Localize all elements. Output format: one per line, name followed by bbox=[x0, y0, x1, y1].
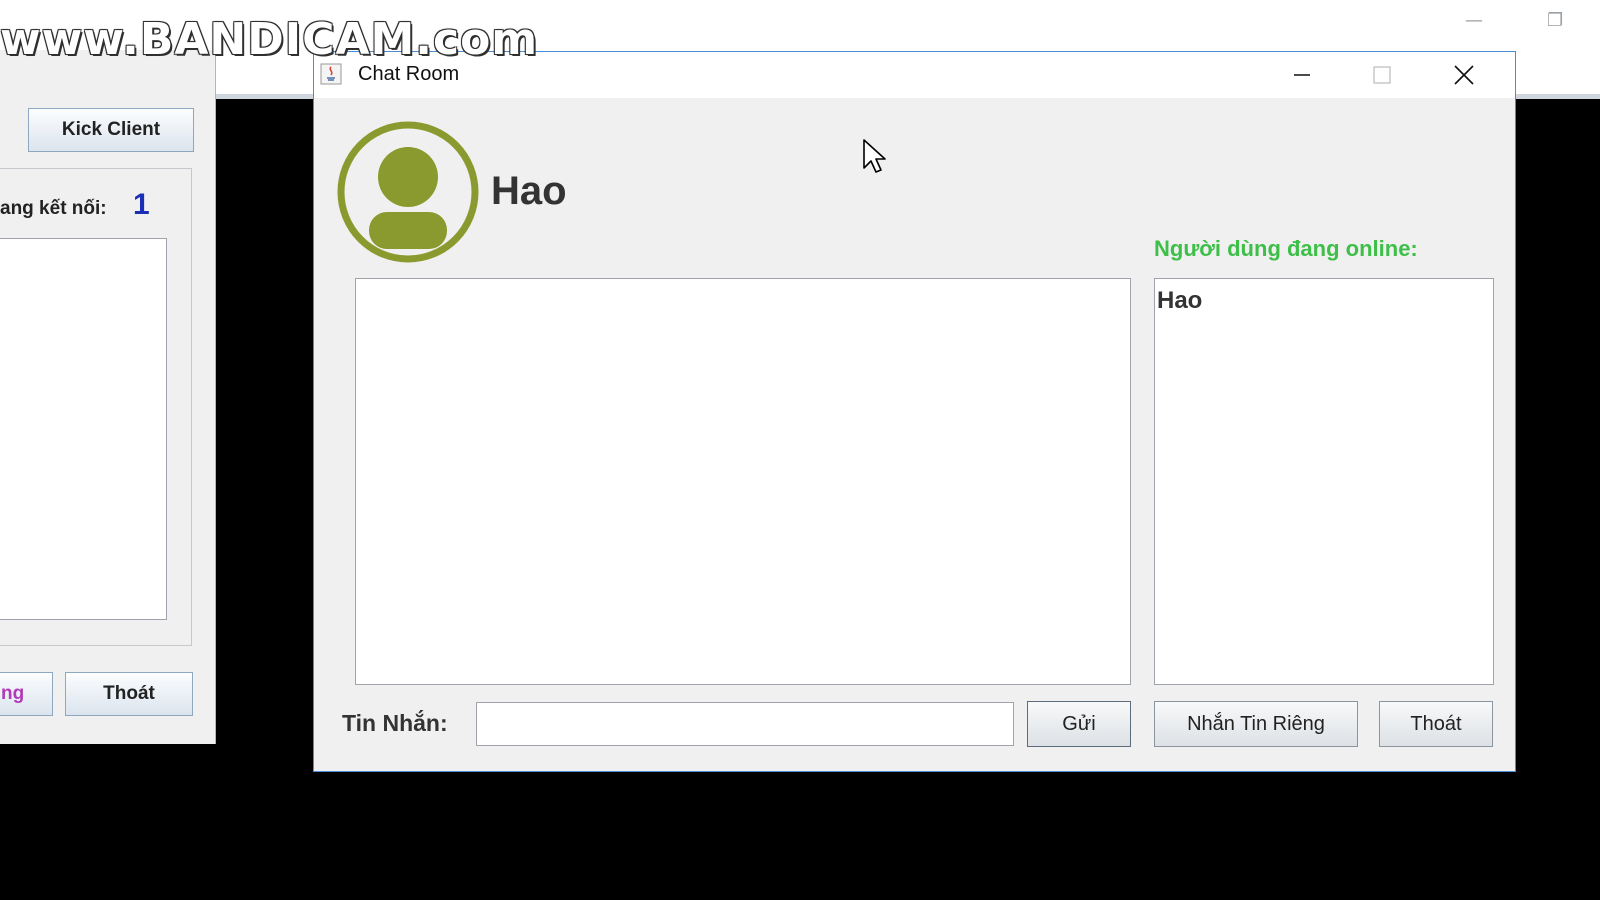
maximize-button[interactable] bbox=[1352, 57, 1412, 93]
mouse-cursor-icon bbox=[863, 139, 886, 173]
java-app-icon bbox=[320, 63, 342, 85]
private-message-button[interactable]: Nhắn Tin Riêng bbox=[1154, 701, 1358, 747]
close-button[interactable] bbox=[1434, 57, 1494, 93]
server-exit-button[interactable]: Thoát bbox=[65, 672, 193, 716]
chat-messages-area[interactable] bbox=[355, 278, 1131, 685]
message-label: Tin Nhắn: bbox=[342, 710, 448, 736]
message-input[interactable] bbox=[476, 702, 1014, 746]
user-avatar-icon bbox=[337, 121, 479, 263]
watermark: www.BANDICAM.com bbox=[0, 14, 539, 65]
client-list[interactable] bbox=[0, 238, 167, 620]
minimize-button[interactable] bbox=[1272, 57, 1332, 93]
partial-button[interactable]: ng bbox=[0, 672, 53, 716]
maximize-icon bbox=[1373, 66, 1391, 84]
chat-exit-button[interactable]: Thoát bbox=[1379, 701, 1493, 747]
connected-label: ang kết nối: bbox=[0, 198, 107, 219]
online-user-item[interactable]: Hao bbox=[1157, 287, 1491, 315]
connected-count: 1 bbox=[133, 188, 150, 221]
username-label: Hao bbox=[491, 169, 567, 213]
server-window: Kick Client ang kết nối: 1 ng Thoát bbox=[0, 50, 216, 744]
restore-icon[interactable]: ❐ bbox=[1547, 10, 1563, 31]
online-users-title: Người dùng đang online: bbox=[1154, 236, 1418, 261]
send-button[interactable]: Gửi bbox=[1027, 701, 1131, 747]
close-icon bbox=[1454, 65, 1474, 85]
minimize-icon bbox=[1294, 74, 1310, 76]
minimize-icon[interactable]: — bbox=[1465, 10, 1483, 31]
kick-client-button[interactable]: Kick Client bbox=[28, 108, 194, 152]
online-users-list[interactable]: Hao bbox=[1154, 278, 1494, 685]
window-title: Chat Room bbox=[358, 63, 460, 85]
chat-room-window: Chat Room Hao Người dùng đang online: Ha… bbox=[313, 51, 1516, 772]
